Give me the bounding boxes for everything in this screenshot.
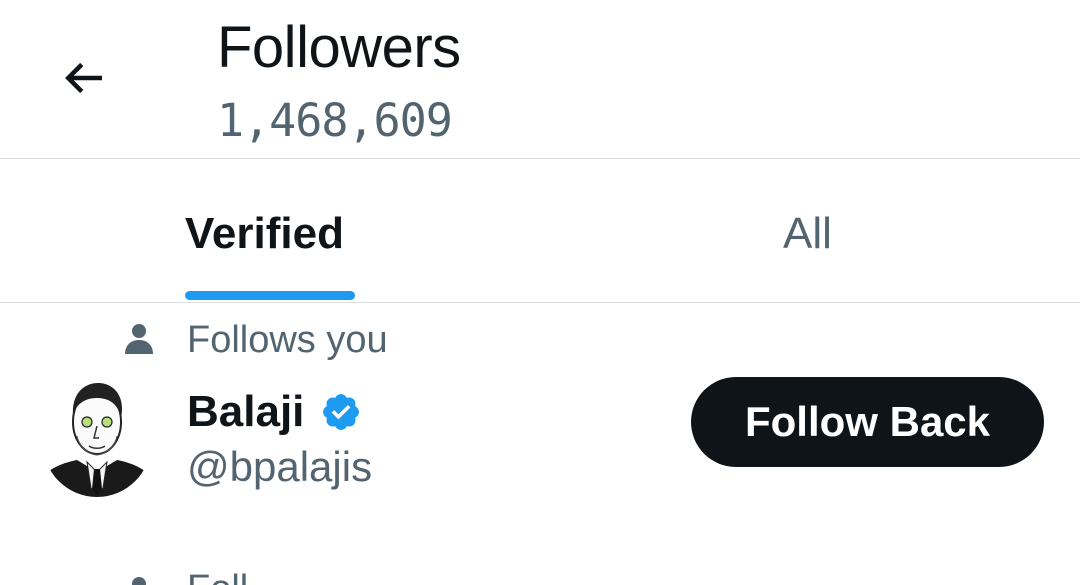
tab-verified-label: Verified <box>185 209 344 258</box>
avatar-sketch <box>43 376 151 497</box>
person-icon <box>132 577 146 585</box>
next-follows-you-label: Foll <box>187 568 248 585</box>
back-button[interactable] <box>52 46 116 110</box>
follow-back-button[interactable]: Follow Back <box>691 377 1044 467</box>
page-title: Followers <box>217 15 461 80</box>
avatar[interactable] <box>43 376 151 497</box>
tab-active-indicator <box>185 291 355 300</box>
verified-badge-icon <box>323 394 359 430</box>
tab-verified[interactable]: Verified <box>0 159 540 302</box>
tab-all-label: All <box>783 209 832 258</box>
follower-row[interactable]: Follows you Balaji @bpalajis Follow Back <box>0 303 1080 533</box>
next-follower-row[interactable]: Foll <box>0 562 1080 585</box>
person-icon <box>125 324 153 354</box>
follower-name[interactable]: Balaji <box>187 387 304 437</box>
tab-bar: Verified All <box>0 159 1080 302</box>
tab-all[interactable]: All <box>540 159 1080 302</box>
follower-count: 1,468,609 <box>217 94 453 147</box>
header: Followers 1,468,609 <box>0 0 1080 158</box>
arrow-left-icon <box>65 62 102 94</box>
follower-handle[interactable]: @bpalajis <box>187 443 372 491</box>
follows-you-label: Follows you <box>187 319 388 361</box>
